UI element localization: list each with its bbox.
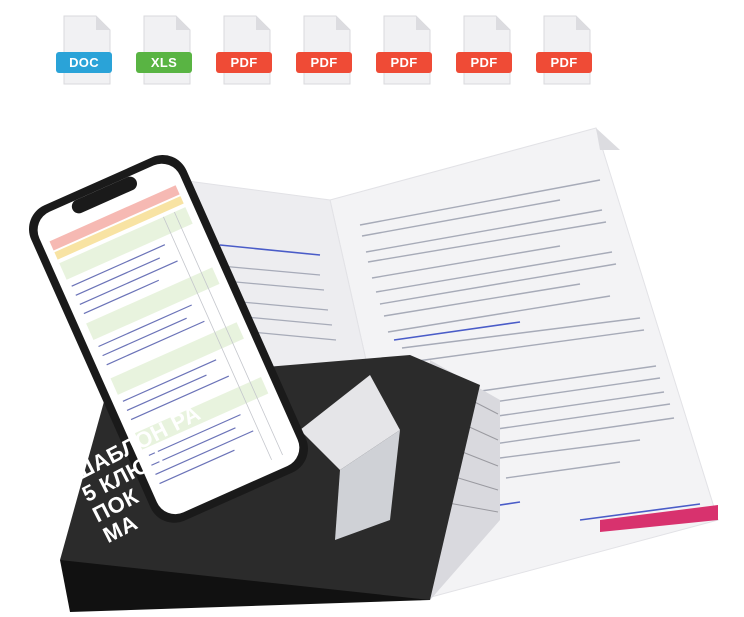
file-icons-row: DOC XLS PDF PDF PDF PDF PDF — [0, 0, 744, 110]
xls-file-icon[interactable]: XLS — [136, 14, 192, 86]
pdf-file-icon[interactable]: PDF — [456, 14, 512, 86]
file-type-label: PDF — [376, 52, 432, 73]
pdf-file-icon[interactable]: PDF — [216, 14, 272, 86]
file-type-label: XLS — [136, 52, 192, 73]
file-type-label: PDF — [296, 52, 352, 73]
pdf-file-icon[interactable]: PDF — [296, 14, 352, 86]
file-type-label: DOC — [56, 52, 112, 73]
pdf-file-icon[interactable]: PDF — [536, 14, 592, 86]
file-type-label: PDF — [536, 52, 592, 73]
doc-file-icon[interactable]: DOC — [56, 14, 112, 86]
pdf-file-icon[interactable]: PDF — [376, 14, 432, 86]
file-type-label: PDF — [456, 52, 512, 73]
file-type-label: PDF — [216, 52, 272, 73]
